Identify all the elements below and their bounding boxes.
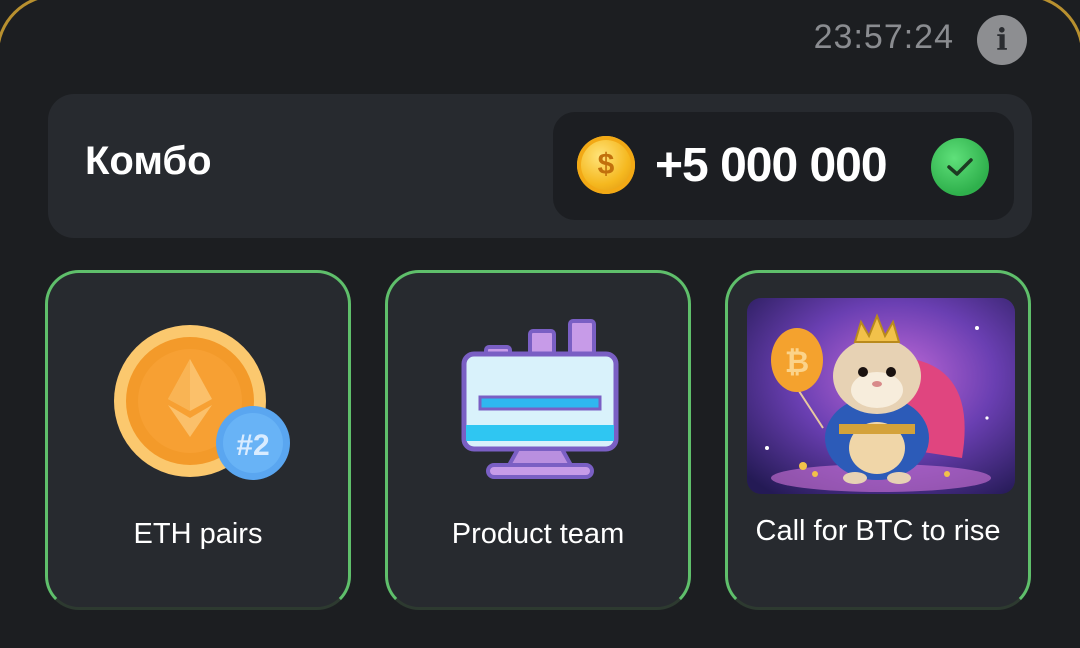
check-icon: [931, 138, 989, 196]
reward-amount: +5 000 000: [655, 139, 888, 192]
monitor-chart-icon: [461, 319, 619, 479]
frame-corner: [0, 0, 89, 87]
combo-title: Комбо: [85, 139, 212, 183]
combo-timer: 23:57:24: [813, 18, 954, 56]
combo-card: Комбо $ +5 000 000: [48, 94, 1032, 238]
card-label: Call for BTC to rise: [755, 515, 1001, 547]
svg-text:#2: #2: [236, 429, 269, 462]
hamster-king-image: ₿: [747, 298, 1015, 494]
card-label: ETH pairs: [133, 518, 263, 550]
combo-card-product-team[interactable]: Product team: [385, 270, 691, 610]
daily-combo-panel: 23:57:24 i Комбо $ +5 000 000 #2 ETH pai…: [0, 0, 1080, 648]
combo-reward: $ +5 000 000: [553, 112, 1014, 220]
eth-coin-icon: #2: [114, 325, 290, 480]
svg-text:₿: ₿: [785, 346, 809, 379]
info-icon[interactable]: i: [977, 15, 1027, 65]
dollar-coin-icon: $: [577, 136, 635, 194]
card-label: Product team: [451, 518, 625, 550]
combo-card-eth-pairs[interactable]: #2 ETH pairs: [45, 270, 351, 610]
combo-card-btc-rise[interactable]: ₿ Call for BTC to rise: [725, 270, 1031, 610]
